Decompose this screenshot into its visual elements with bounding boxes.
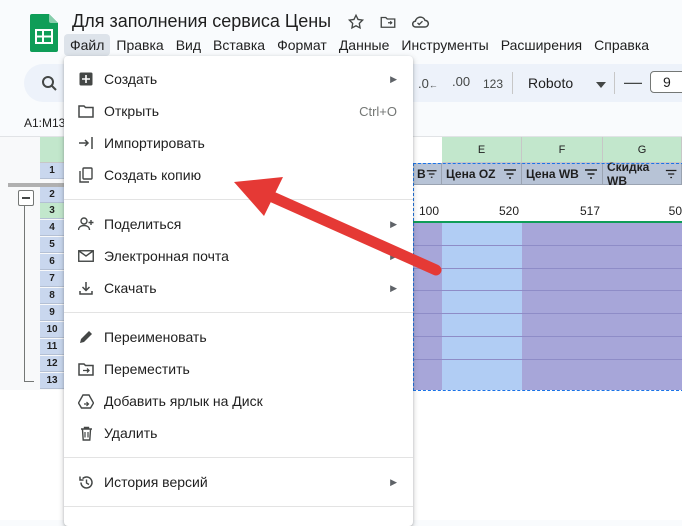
menu-item-move[interactable]: Переместить xyxy=(64,353,413,385)
menu-item-create[interactable]: Создать ▶ xyxy=(64,63,413,95)
toolbar-divider xyxy=(614,72,615,94)
submenu-arrow-icon: ▶ xyxy=(390,218,397,229)
submenu-arrow-icon: ▶ xyxy=(390,73,397,84)
menu-item-download[interactable]: Скачать ▶ xyxy=(64,272,413,304)
menu-item-add-shortcut[interactable]: Добавить ярлык на Диск xyxy=(64,385,413,417)
download-icon xyxy=(78,280,94,296)
shortcut-label: Ctrl+O xyxy=(359,103,397,119)
menu-item-label: Поделиться xyxy=(104,216,182,232)
drive-shortcut-icon xyxy=(78,393,94,409)
menu-separator xyxy=(64,199,413,200)
search-menus-button[interactable] xyxy=(36,70,62,96)
move-to-folder-icon[interactable] xyxy=(378,12,398,32)
row-number[interactable]: 6 xyxy=(40,254,64,270)
row-number[interactable]: 12 xyxy=(40,356,64,372)
menu-item-label: Создать копию xyxy=(104,167,202,183)
menu-bar: Файл Правка Вид Вставка Формат Данные Ин… xyxy=(64,34,655,56)
row-number[interactable]: 9 xyxy=(40,305,64,321)
trash-icon xyxy=(78,425,94,441)
menu-item-label: История версий xyxy=(104,474,208,490)
decrease-decimal-button[interactable]: .0← xyxy=(418,76,438,91)
pencil-icon xyxy=(78,329,94,345)
mail-icon xyxy=(78,248,94,264)
row-number[interactable]: 2 xyxy=(40,187,64,203)
document-title[interactable]: Для заполнения сервиса Цены xyxy=(72,11,331,32)
menu-item-import[interactable]: Импортировать xyxy=(64,127,413,159)
row-number[interactable]: 3 xyxy=(40,203,64,219)
menu-item-rename[interactable]: Переименовать xyxy=(64,321,413,353)
more-formats-button[interactable]: 123 xyxy=(483,77,503,91)
menu-item-make-copy[interactable]: Создать копию xyxy=(64,159,413,191)
menu-item-label: Импортировать xyxy=(104,135,205,151)
menu-separator xyxy=(64,457,413,458)
row-number[interactable]: 4 xyxy=(40,220,64,236)
menu-item-label: Добавить ярлык на Диск xyxy=(104,393,263,409)
menu-insert[interactable]: Вставка xyxy=(207,34,271,56)
row-number[interactable]: 10 xyxy=(40,322,64,338)
increase-decimal-button[interactable]: .00 xyxy=(452,74,470,89)
name-box[interactable]: A1:M13 xyxy=(24,116,65,130)
column-header-f[interactable]: F xyxy=(522,137,603,163)
menu-item-label: Электронная почта xyxy=(104,248,229,264)
font-family-select[interactable]: Roboto xyxy=(520,70,612,96)
menu-item-open[interactable]: Открыть Ctrl+O xyxy=(64,95,413,127)
menu-item-label: Открыть xyxy=(104,103,159,119)
decrease-font-size-button[interactable]: — xyxy=(624,72,642,93)
menu-item-version-history[interactable]: История версий ▶ xyxy=(64,466,413,498)
menu-help[interactable]: Справка xyxy=(588,34,655,56)
menu-edit[interactable]: Правка xyxy=(110,34,169,56)
menu-item-label: Создать xyxy=(104,71,158,87)
menu-item-delete[interactable]: Удалить xyxy=(64,417,413,449)
menu-tools[interactable]: Инструменты xyxy=(395,34,494,56)
submenu-arrow-icon: ▶ xyxy=(390,250,397,261)
collapse-group-button[interactable] xyxy=(18,190,34,206)
folder-icon xyxy=(78,103,94,119)
menu-file[interactable]: Файл xyxy=(64,34,111,56)
menu-item-label: Переместить xyxy=(104,361,190,377)
font-size-input[interactable]: 9 xyxy=(650,71,682,93)
copy-icon xyxy=(78,167,94,183)
row-number[interactable]: 5 xyxy=(40,237,64,253)
menu-separator xyxy=(64,506,413,507)
menu-format[interactable]: Формат xyxy=(271,34,333,56)
star-icon[interactable] xyxy=(346,12,366,32)
group-line-end xyxy=(24,381,34,382)
person-add-icon xyxy=(78,216,94,232)
toolbar-divider xyxy=(512,72,513,94)
selection-outline xyxy=(413,163,682,391)
menu-item-label: Скачать xyxy=(104,280,157,296)
menu-item-label: Удалить xyxy=(104,425,158,441)
chevron-down-icon xyxy=(596,75,606,91)
column-header-e[interactable]: E xyxy=(442,137,522,163)
menu-item-share[interactable]: Поделиться ▶ xyxy=(64,208,413,240)
import-icon xyxy=(78,135,94,151)
row-number[interactable]: 1 xyxy=(40,163,64,179)
submenu-arrow-icon: ▶ xyxy=(390,282,397,293)
history-icon xyxy=(78,474,94,490)
sheets-logo-icon[interactable] xyxy=(30,14,58,52)
group-line xyxy=(24,205,25,382)
menu-item-email[interactable]: Электронная почта ▶ xyxy=(64,240,413,272)
font-family-value: Roboto xyxy=(528,75,574,91)
row-number[interactable]: 8 xyxy=(40,288,64,304)
plus-box-icon xyxy=(78,71,94,87)
search-icon xyxy=(42,76,57,91)
folder-move-icon xyxy=(78,361,94,377)
menu-data[interactable]: Данные xyxy=(333,34,396,56)
menu-separator xyxy=(64,312,413,313)
submenu-arrow-icon: ▶ xyxy=(390,476,397,487)
row-number[interactable]: 7 xyxy=(40,271,64,287)
row-number[interactable]: 13 xyxy=(40,373,64,389)
row-number[interactable]: 11 xyxy=(40,339,64,355)
menu-extensions[interactable]: Расширения xyxy=(495,34,588,56)
menu-view[interactable]: Вид xyxy=(170,34,207,56)
cloud-status-icon[interactable] xyxy=(410,12,430,32)
menu-item-label: Переименовать xyxy=(104,329,207,345)
